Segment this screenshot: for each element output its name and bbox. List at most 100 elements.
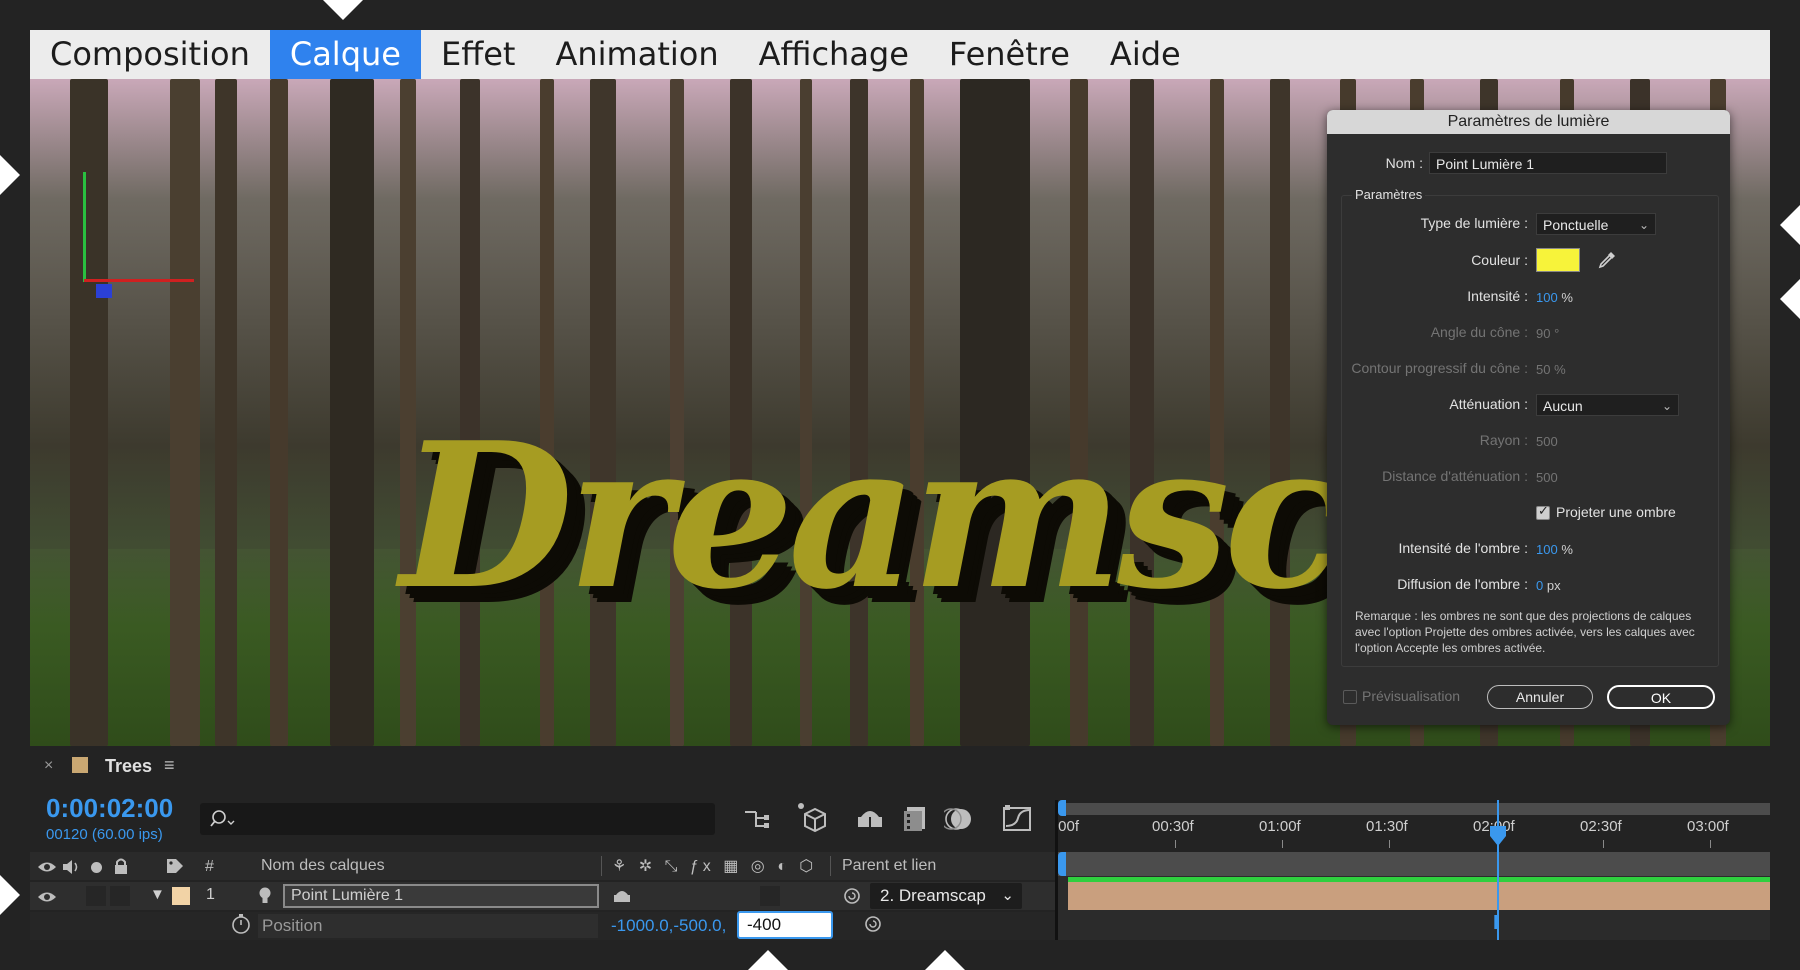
close-icon[interactable]: ×: [44, 757, 53, 775]
solo-icon[interactable]: [91, 862, 102, 873]
property-name[interactable]: Position: [258, 914, 598, 938]
graph-editor-icon[interactable]: [1002, 804, 1032, 832]
work-area-start-handle[interactable]: [1058, 800, 1066, 816]
indicator-left-1: [0, 155, 20, 195]
layer-duration-bar[interactable]: [1068, 882, 1770, 910]
ruler-label: 01:00f: [1259, 818, 1301, 835]
light-settings-dialog: Paramètres de lumière Nom : Point Lumièr…: [1327, 110, 1730, 725]
expression-pick-whip-icon[interactable]: [863, 914, 883, 934]
tree-trunk: [215, 79, 237, 746]
preview-checkbox[interactable]: [1343, 690, 1357, 704]
motion-blur-icon[interactable]: [944, 805, 974, 833]
position-z-input[interactable]: -400: [737, 911, 833, 939]
work-area-bar[interactable]: [1060, 803, 1770, 815]
layer-lock-box[interactable]: [110, 886, 130, 906]
column-parent-link[interactable]: Parent et lien: [842, 857, 936, 875]
layer-solo-box[interactable]: [86, 886, 106, 906]
layer-name-field[interactable]: Point Lumière 1: [283, 884, 599, 908]
chevron-down-icon: ⌄: [1638, 218, 1649, 232]
layer-visibility-eye-icon[interactable]: [37, 890, 57, 904]
indicator-right-1: [1780, 205, 1800, 245]
eye-icon[interactable]: [37, 860, 57, 874]
chevron-down-icon: ⌄: [1001, 887, 1014, 904]
indicator-top: [323, 0, 363, 20]
layer-search-input[interactable]: [200, 803, 715, 835]
switch-box[interactable]: [760, 886, 780, 906]
panel-menu-icon[interactable]: ≡: [164, 755, 175, 776]
label-tag-icon[interactable]: [165, 857, 185, 875]
parent-value: 2. Dreamscap: [880, 886, 986, 905]
ruler-tick: [1175, 840, 1176, 848]
parameters-section-label: Paramètres: [1352, 187, 1426, 202]
menu-affichage[interactable]: Affichage: [739, 30, 929, 79]
light-bulb-icon: [259, 887, 271, 903]
falloff-select[interactable]: Aucun ⌄: [1536, 394, 1679, 416]
ok-button[interactable]: OK: [1607, 685, 1715, 709]
cancel-button[interactable]: Annuler: [1487, 685, 1593, 709]
lock-icon[interactable]: [113, 857, 129, 875]
layer-switches-icons: ⚘ ✲ ⤡ ƒx ▦ ◎ ◐ ⬡: [612, 858, 818, 875]
eyedropper-icon[interactable]: [1597, 250, 1617, 270]
preview-label[interactable]: Prévisualisation: [1362, 688, 1460, 704]
ruler-tick: [1282, 840, 1283, 848]
stopwatch-icon[interactable]: [231, 913, 251, 935]
shy-switch-icon[interactable]: [612, 887, 632, 905]
color-swatch[interactable]: [1536, 248, 1580, 272]
shadow-darkness-label: Intensité de l'ombre :: [1398, 540, 1528, 556]
light-type-select[interactable]: Ponctuelle ⌄: [1536, 213, 1656, 235]
ruler-tick: [1389, 840, 1390, 848]
falloff-distance-label: Distance d'atténuation :: [1382, 468, 1528, 484]
menu-calque[interactable]: Calque: [269, 30, 421, 79]
menu-fenetre[interactable]: Fenêtre: [929, 30, 1090, 79]
playhead-handle-icon[interactable]: [1488, 826, 1508, 848]
menu-aide[interactable]: Aide: [1090, 30, 1201, 79]
column-hash: #: [205, 858, 214, 875]
frame-blending-icon[interactable]: [902, 805, 928, 833]
z-axis-gizmo[interactable]: [96, 284, 112, 298]
layer-number: 1: [206, 886, 215, 903]
indicator-bottom-2: [925, 950, 965, 970]
indicator-bottom-1: [748, 950, 788, 970]
menu-animation[interactable]: Animation: [535, 30, 738, 79]
intensity-field[interactable]: 100 %: [1536, 290, 1573, 305]
falloff-value: Aucun: [1543, 398, 1583, 414]
shadow-diffusion-value[interactable]: 0: [1536, 578, 1543, 593]
speaker-icon[interactable]: [61, 858, 81, 876]
comp-duration-bar[interactable]: [1058, 852, 1770, 876]
shy-layers-icon[interactable]: [855, 805, 885, 831]
column-layer-name[interactable]: Nom des calques: [261, 857, 385, 875]
intensity-value[interactable]: 100: [1536, 290, 1558, 305]
layer-expand-triangle-icon[interactable]: ▼: [150, 886, 165, 903]
current-time[interactable]: 0:00:02:00: [46, 793, 173, 824]
shadow-remark: Remarque : les ombres ne sont que des pr…: [1355, 609, 1695, 655]
y-axis-gizmo[interactable]: [83, 172, 86, 282]
comp-start-marker[interactable]: [1058, 852, 1066, 876]
x-axis-gizmo[interactable]: [84, 279, 194, 282]
parent-select[interactable]: 2. Dreamscap ⌄: [870, 883, 1022, 909]
cast-shadows-label[interactable]: Projeter une ombre: [1556, 504, 1676, 520]
menu-composition[interactable]: Composition: [30, 30, 270, 79]
falloff-distance-value: 500: [1536, 470, 1558, 485]
composition-flowchart-icon[interactable]: [742, 806, 772, 832]
cast-shadows-checkbox[interactable]: [1536, 503, 1550, 520]
ruler-tick: [1710, 840, 1711, 848]
radius-value: 500: [1536, 434, 1558, 449]
light-type-value: Ponctuelle: [1543, 217, 1609, 233]
cone-angle-value: 90 °: [1536, 326, 1560, 341]
name-field[interactable]: Point Lumière 1: [1429, 152, 1667, 174]
composition-tab[interactable]: Trees: [105, 756, 152, 777]
cone-feather-value: 50 %: [1536, 362, 1566, 377]
pick-whip-icon[interactable]: [842, 886, 862, 906]
layer-label-color[interactable]: [172, 887, 190, 905]
tree-trunk: [270, 79, 288, 746]
shadow-darkness-field[interactable]: 100 %: [1536, 542, 1573, 557]
shadow-diffusion-unit: px: [1546, 578, 1561, 593]
shadow-diffusion-field[interactable]: 0 px: [1536, 578, 1561, 593]
draft-3d-icon[interactable]: [795, 800, 829, 834]
position-value[interactable]: -1000.0,-500.0,: [611, 914, 726, 938]
menu-effet[interactable]: Effet: [421, 30, 536, 79]
column-separator: [830, 856, 831, 876]
ruler-tick: [1603, 840, 1604, 848]
cone-angle-label: Angle du cône :: [1430, 324, 1528, 340]
shadow-darkness-value[interactable]: 100: [1536, 542, 1558, 557]
